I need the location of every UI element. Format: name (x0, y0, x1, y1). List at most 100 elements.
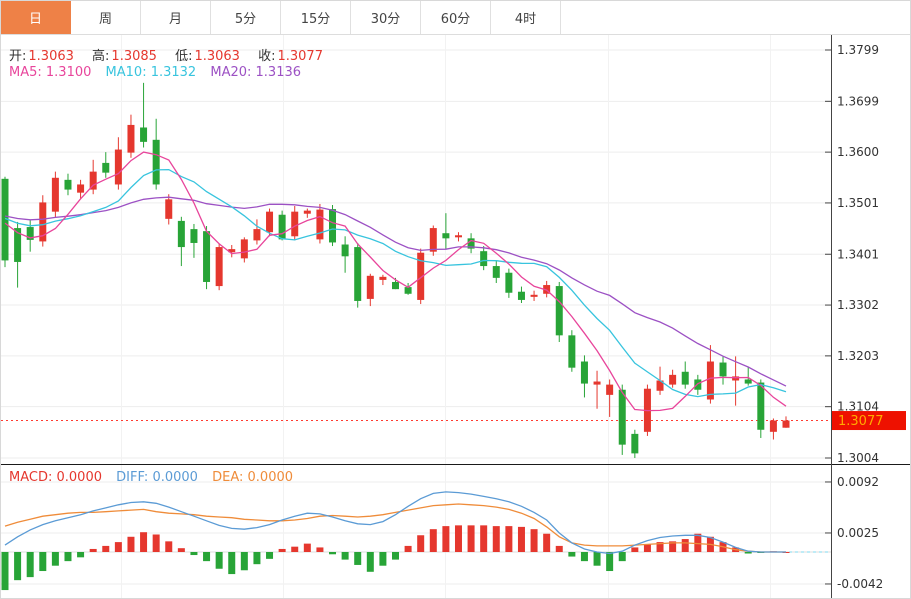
macd-bar (405, 546, 412, 552)
macd-axis-label: 0.0092 (837, 475, 879, 489)
ma20-legend: MA20: 1.3136 (210, 65, 301, 80)
ma5-legend: MA5: 1.3100 (9, 65, 91, 80)
candle (64, 180, 71, 190)
candle (216, 247, 223, 286)
candle (392, 282, 399, 289)
macd-bar (644, 544, 651, 552)
candle (266, 212, 273, 233)
macd-bar (392, 552, 399, 560)
candle (770, 421, 777, 432)
macd-bar (505, 526, 512, 552)
chart-canvas: 1.37991.36991.36001.35011.34011.33021.32… (1, 1, 911, 599)
macd-bar (190, 552, 197, 555)
macd-bar (216, 552, 223, 569)
macd-bar (228, 552, 235, 574)
candle (694, 379, 701, 389)
low-value: 1.3063 (194, 49, 240, 64)
current-price-badge: 1.3077 (832, 411, 906, 430)
candle (279, 215, 286, 240)
candlestick-layer (2, 83, 790, 458)
macd-bar (631, 547, 638, 552)
candle (783, 421, 790, 428)
candle (556, 286, 563, 335)
price-axis-label: 1.3401 (837, 247, 879, 261)
candle (178, 221, 185, 247)
candle (568, 335, 575, 367)
candle (606, 385, 613, 395)
candle (379, 277, 386, 280)
macd-bar (581, 552, 588, 561)
macd-bar (480, 525, 487, 552)
open-label: 开: (9, 49, 26, 64)
ma10-legend: MA10: 1.3132 (106, 65, 197, 80)
candle (291, 212, 298, 237)
price-axis-label: 1.3799 (837, 43, 879, 57)
macd-bar (77, 552, 84, 557)
ohlc-legend: 开:1.3063 高:1.3085 低:1.3063 收:1.3077 (9, 45, 337, 64)
macd-axis-label: -0.0042 (837, 577, 883, 591)
macd-bar (127, 537, 134, 552)
low-label: 低: (175, 49, 192, 64)
candle (127, 125, 134, 153)
price-axis-label: 1.3203 (837, 349, 879, 363)
candle (304, 211, 311, 214)
ma20-line (5, 197, 786, 386)
candle (140, 127, 147, 141)
diff-line (5, 492, 786, 554)
diff-value-legend: DIFF: 0.0000 (116, 470, 198, 485)
macd-legend: MACD: 0.0000 DIFF: 0.0000 DEA: 0.0000 (9, 470, 303, 485)
price-axis-label: 1.3302 (837, 298, 879, 312)
candle (442, 233, 449, 238)
candle (253, 229, 260, 240)
macd-bar (329, 552, 336, 554)
candle (720, 363, 727, 377)
candle (77, 184, 84, 192)
macd-bar (531, 529, 538, 552)
candle (531, 295, 538, 297)
dea-value-legend: DEA: 0.0000 (212, 470, 293, 485)
macd-bar (568, 552, 575, 557)
candle (594, 382, 601, 385)
macd-bar (354, 552, 361, 565)
macd-bar (14, 552, 21, 580)
macd-bar (493, 526, 500, 552)
macd-bar (90, 549, 97, 552)
close-value: 1.3077 (277, 49, 323, 64)
macd-bar (203, 552, 210, 561)
macd-bar (342, 552, 349, 560)
dea-line (5, 504, 786, 552)
candle (682, 372, 689, 385)
candle (745, 379, 752, 383)
macd-bar (367, 552, 374, 572)
candle (190, 229, 197, 243)
candle (405, 287, 412, 294)
macd-bar (417, 535, 424, 552)
candle (493, 266, 500, 278)
macd-axis-label: 0.0025 (837, 526, 879, 540)
macd-bar (39, 552, 46, 571)
candle (619, 390, 626, 445)
macd-bar (619, 552, 626, 561)
macd-bar (316, 547, 323, 552)
price-axis-label: 1.3004 (837, 451, 879, 465)
high-label: 高: (92, 49, 109, 64)
candle (581, 362, 588, 384)
macd-value-legend: MACD: 0.0000 (9, 470, 102, 485)
macd-bar (518, 527, 525, 552)
ma-legend: MA5: 1.3100 MA10: 1.3132 MA20: 1.3136 (9, 65, 311, 80)
candle (354, 247, 361, 301)
gridlines (1, 35, 831, 599)
macd-bar (430, 529, 437, 552)
price-axis-label: 1.3699 (837, 94, 879, 108)
candle (757, 383, 764, 430)
macd-bar (543, 534, 550, 552)
macd-bar (165, 541, 172, 552)
close-label: 收: (258, 49, 275, 64)
macd-bar (140, 532, 147, 552)
price-axis-label: 1.3501 (837, 196, 879, 210)
macd-bar (455, 525, 462, 552)
macd-bar (253, 552, 260, 564)
trading-chart-window: 1.37991.36991.36001.35011.34011.33021.32… (0, 0, 911, 599)
candle (367, 276, 374, 299)
candle (90, 172, 97, 190)
